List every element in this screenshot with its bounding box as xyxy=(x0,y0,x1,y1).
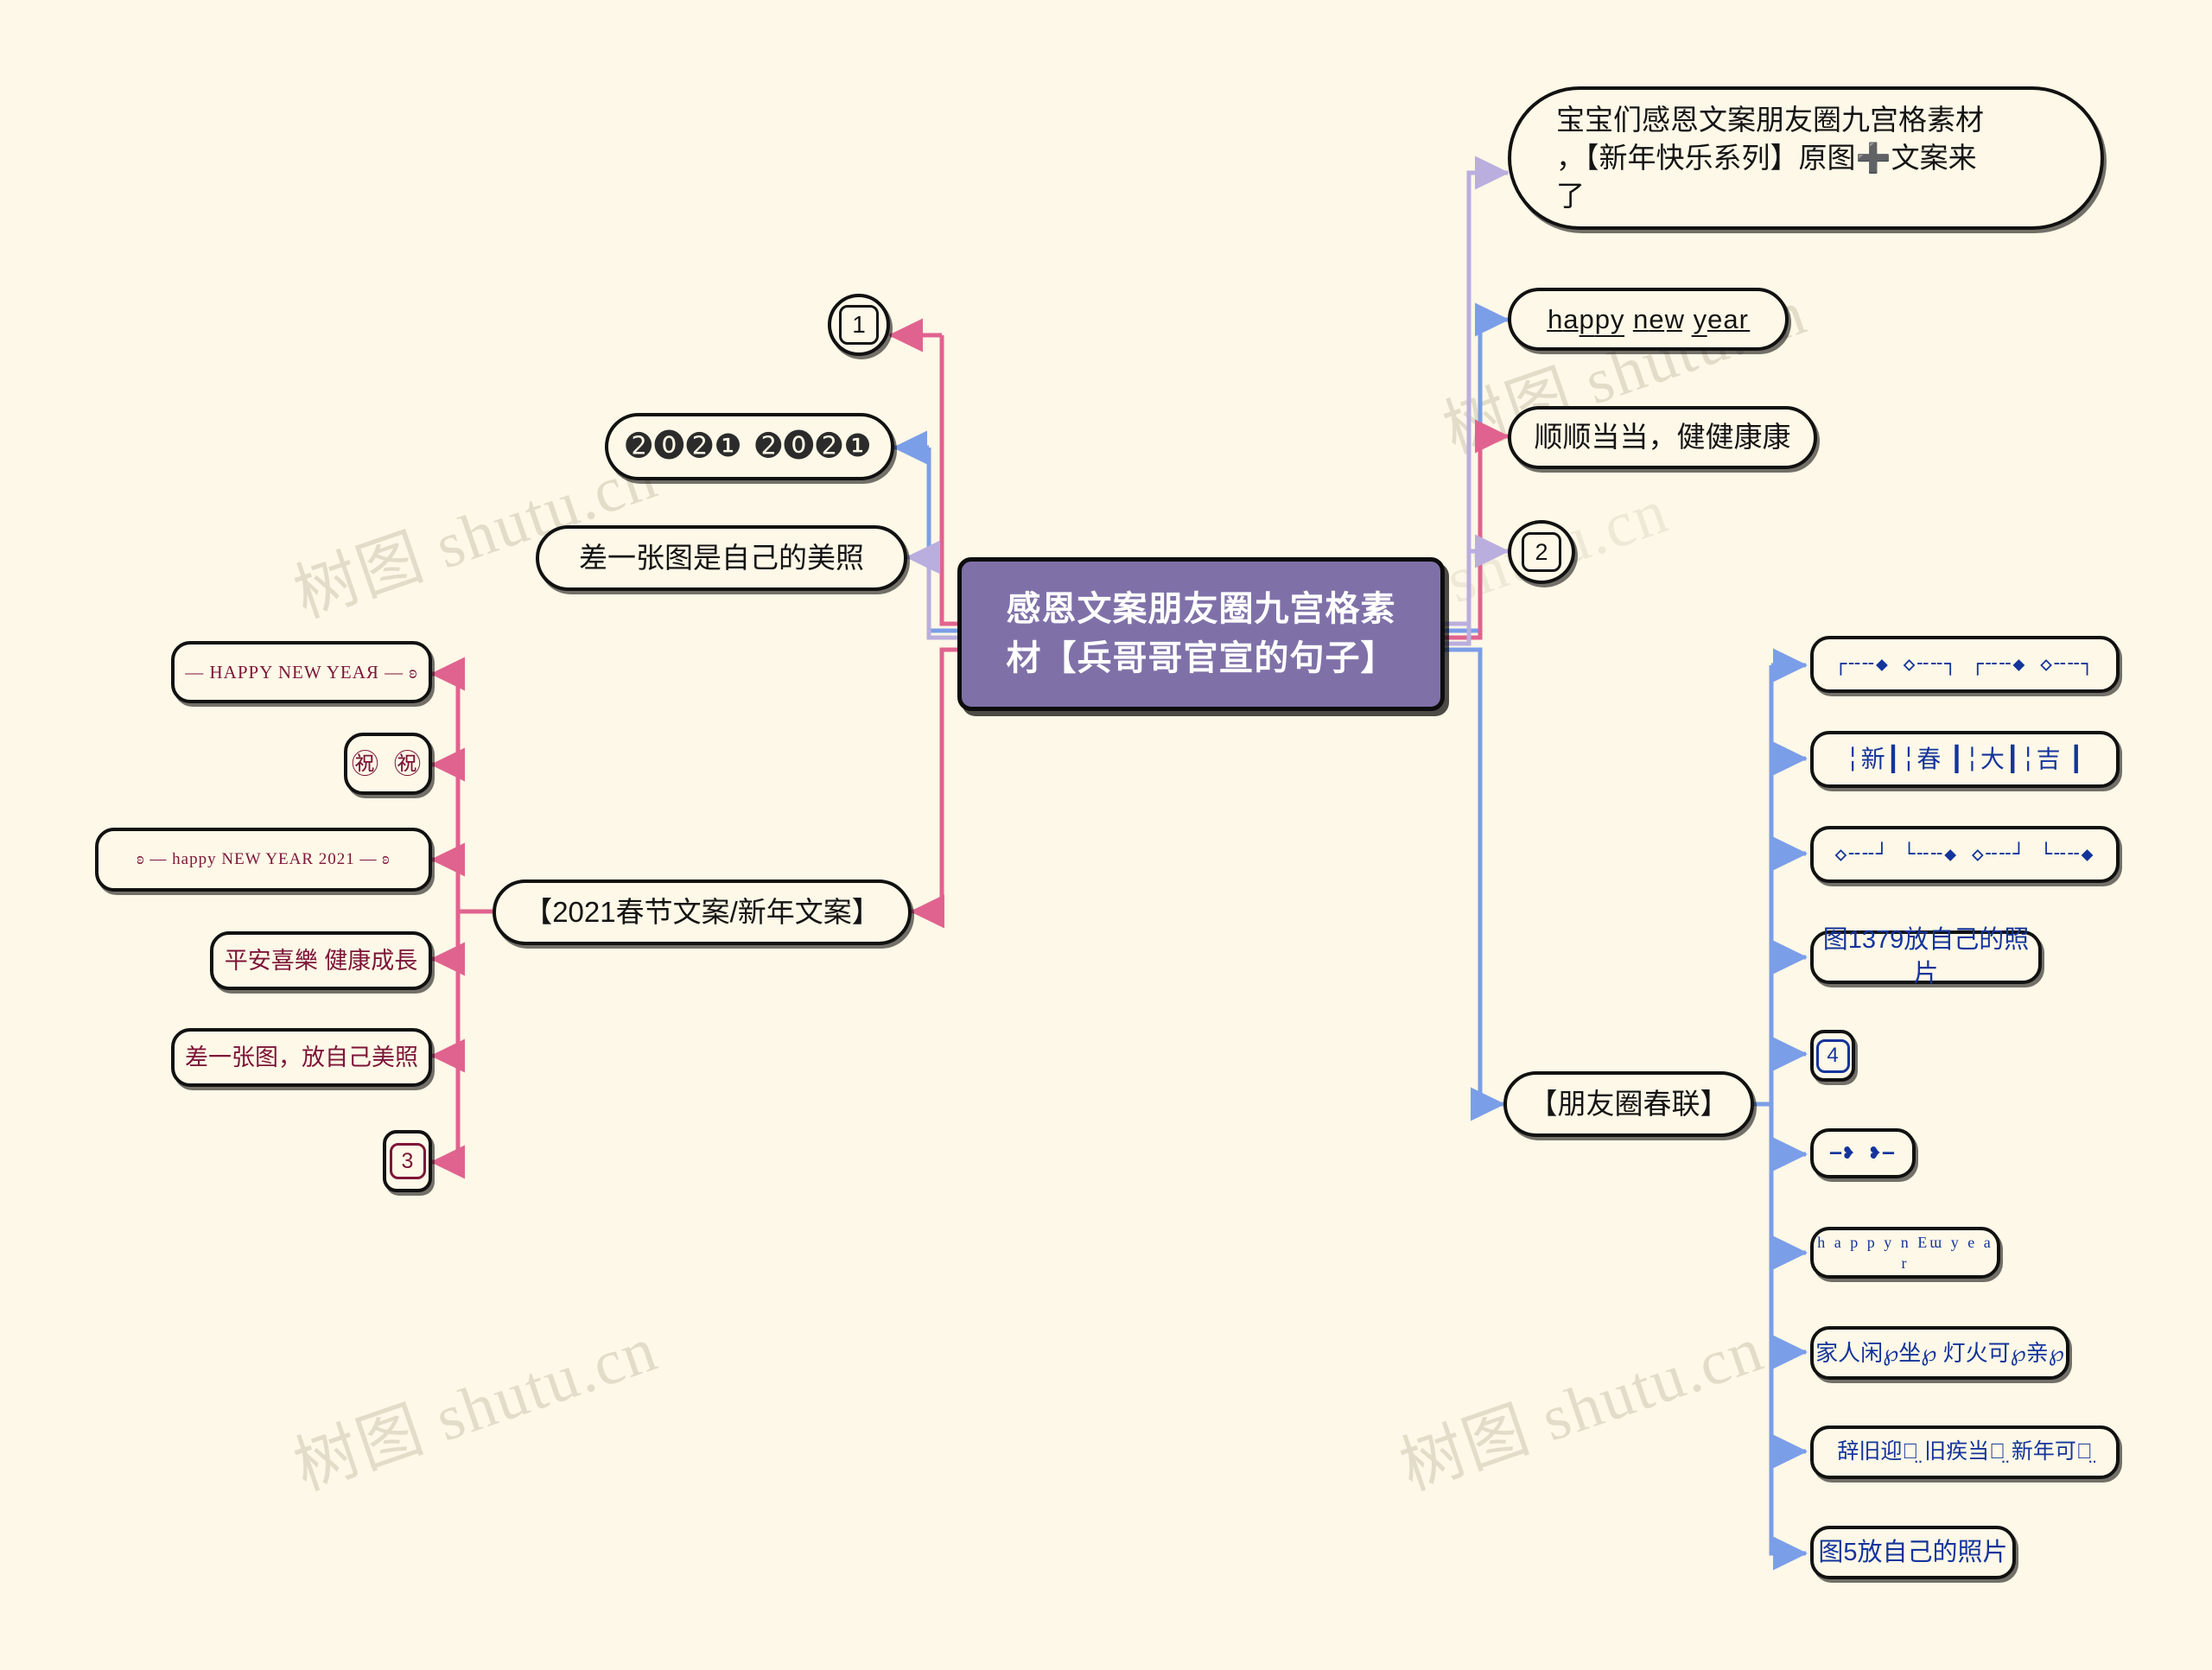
node-jiaren-xianzuo[interactable]: 家人闲℘坐℘ 灯火可℘亲℘ xyxy=(1810,1326,2069,1380)
node-baobao-line2: ，【新年快乐系列】原图➕文案来 xyxy=(1556,141,1977,174)
node-chunlian-label: 【朋友圈春联】 xyxy=(1529,1087,1729,1120)
node-chayizhang-label: 差一张图，放自己美照 xyxy=(185,1044,418,1070)
node-ciju-yingxin[interactable]: 辞旧迎新̤ 旧疾当愈̤ 新年可期̤ xyxy=(1810,1426,2120,1479)
node-pingan-xile[interactable]: 平安喜樂 健康成長 xyxy=(210,931,432,990)
node-boxed4-label: 4 xyxy=(1815,1038,1850,1073)
node-2021-chunjie-wenan[interactable]: 【2021春节文案/新年文案】 xyxy=(493,879,912,945)
node-happy-new-year-spaced[interactable]: h a p p y n Eɯ y e a r xyxy=(1810,1227,2000,1279)
node-hny2021-label: ʚ — happy NEW YEAR 2021 — ʚ xyxy=(137,850,391,869)
node-baobao-line3: 了 xyxy=(1556,180,1585,213)
watermark: 树图 shutu.cn xyxy=(286,1313,667,1504)
node-happy-new-year-2021[interactable]: ʚ — happy NEW YEAR 2021 — ʚ xyxy=(95,828,432,892)
node-shunshun-label: 顺顺当当，健健康康 xyxy=(1534,421,1791,454)
node-chayizhang-meizhao[interactable]: 差一张图是自己的美照 xyxy=(536,525,907,591)
node-ciju-label: 辞旧迎新̤ 旧疾当愈̤ 新年可期̤ xyxy=(1837,1439,2093,1464)
node-xin-chun-da-ji[interactable]: ╎新┃╎春 ┃╎大┃╎吉 ┃ xyxy=(1810,731,2120,788)
node-heart-arrows[interactable]: —❥ ❥— xyxy=(1810,1128,1916,1178)
node-chunjie-label: 【2021春节文案/新年文案】 xyxy=(524,895,880,928)
node-zhu-zhu[interactable]: ㊗ ㊗ xyxy=(344,733,432,795)
node-happy-new-year-underline[interactable]: h̲a̲p̲p̲y̲ n̲e̲w̲ y̲e̲a̲r̲ xyxy=(1508,288,1789,351)
root-label-line1: 感恩文案朋友圈九宫格素 xyxy=(1006,590,1396,629)
node-hny1-label: — HAPPY NEW YEAЯ — ʚ xyxy=(185,661,418,683)
node-boxed-2[interactable]: 2 xyxy=(1508,520,1575,584)
node-baobao-line1: 宝宝们感恩文案朋友圈九宫格素材 xyxy=(1556,103,1984,136)
node-pengyouquan-chunlian[interactable]: 【朋友圈春联】 xyxy=(1503,1071,1754,1137)
node-baobaomen[interactable]: 宝宝们感恩文案朋友圈九宫格素材 ，【新年快乐系列】原图➕文案来 了 xyxy=(1508,86,2104,230)
node-tu1379[interactable]: 图1379放自己的照片 xyxy=(1810,926,2042,987)
node-boxed-3[interactable]: 3 xyxy=(383,1130,432,1192)
root-label-line2: 材【兵哥哥官宣的句子】 xyxy=(1006,639,1396,677)
node-boxed2-label: 2 xyxy=(1522,532,1561,572)
node-xinchun-label: ╎新┃╎春 ┃╎大┃╎吉 ┃ xyxy=(1845,746,2085,773)
node-deco1-label: ┌╌╌◆ ◇╌╌┐ ┌╌╌◆ ◇╌╌┐ xyxy=(1834,652,2095,676)
node-meizhao-label: 差一张图是自己的美照 xyxy=(579,541,864,574)
mindmap-canvas: 树图 shutu.cn 树图 shutu.cn 树图 shutu.cn 树图 s… xyxy=(0,0,2212,1670)
circled-number-1-label: 1 xyxy=(839,305,879,345)
node-shunshun-dangdang[interactable]: 顺顺当当，健健康康 xyxy=(1508,406,1817,469)
node-2021-2021[interactable]: ➋⓿➋❶ ➋⓿➋❶ xyxy=(605,413,894,480)
node-circled-1[interactable]: 1 xyxy=(828,294,890,356)
node-tu5-label: 图5放自己的照片 xyxy=(1818,1538,2008,1566)
node-boxed3-label: 3 xyxy=(389,1143,426,1179)
node-chayizhang-fang-meizhao[interactable]: 差一张图，放自己美照 xyxy=(171,1028,432,1087)
node-hny-underline-label: h̲a̲p̲p̲y̲ n̲e̲w̲ y̲e̲a̲r̲ xyxy=(1548,303,1749,334)
node-jiaren-label: 家人闲℘坐℘ 灯火可℘亲℘ xyxy=(1815,1339,2064,1366)
node-deco-border-1[interactable]: ┌╌╌◆ ◇╌╌┐ ┌╌╌◆ ◇╌╌┐ xyxy=(1810,636,2120,693)
node-happy-new-year-mirror[interactable]: — HAPPY NEW YEAЯ — ʚ xyxy=(171,641,432,703)
node-pingan-label: 平安喜樂 健康成長 xyxy=(224,947,418,974)
node-tu1379-label: 图1379放自己的照片 xyxy=(1822,926,2030,987)
node-tu5[interactable]: 图5放自己的照片 xyxy=(1810,1526,2016,1579)
node-zhu-label: ㊗ ㊗ xyxy=(351,747,425,779)
node-boxed-4[interactable]: 4 xyxy=(1810,1030,1855,1082)
watermark: 树图 shutu.cn xyxy=(1392,1313,1773,1504)
root-node[interactable]: 感恩文案朋友圈九宫格素 材【兵哥哥官宣的句子】 xyxy=(957,557,1445,711)
node-2021-label: ➋⓿➋❶ ➋⓿➋❶ xyxy=(626,428,874,464)
node-deco2-label: ◇╌╌┘ └╌╌◆ ◇╌╌┘ └╌╌◆ xyxy=(1834,842,2095,866)
node-deco-border-2[interactable]: ◇╌╌┘ └╌╌◆ ◇╌╌┘ └╌╌◆ xyxy=(1810,826,2120,883)
node-happynew-label: h a p p y n Eɯ y e a r xyxy=(1817,1233,1993,1272)
node-hearts-label: —❥ ❥— xyxy=(1829,1142,1897,1165)
